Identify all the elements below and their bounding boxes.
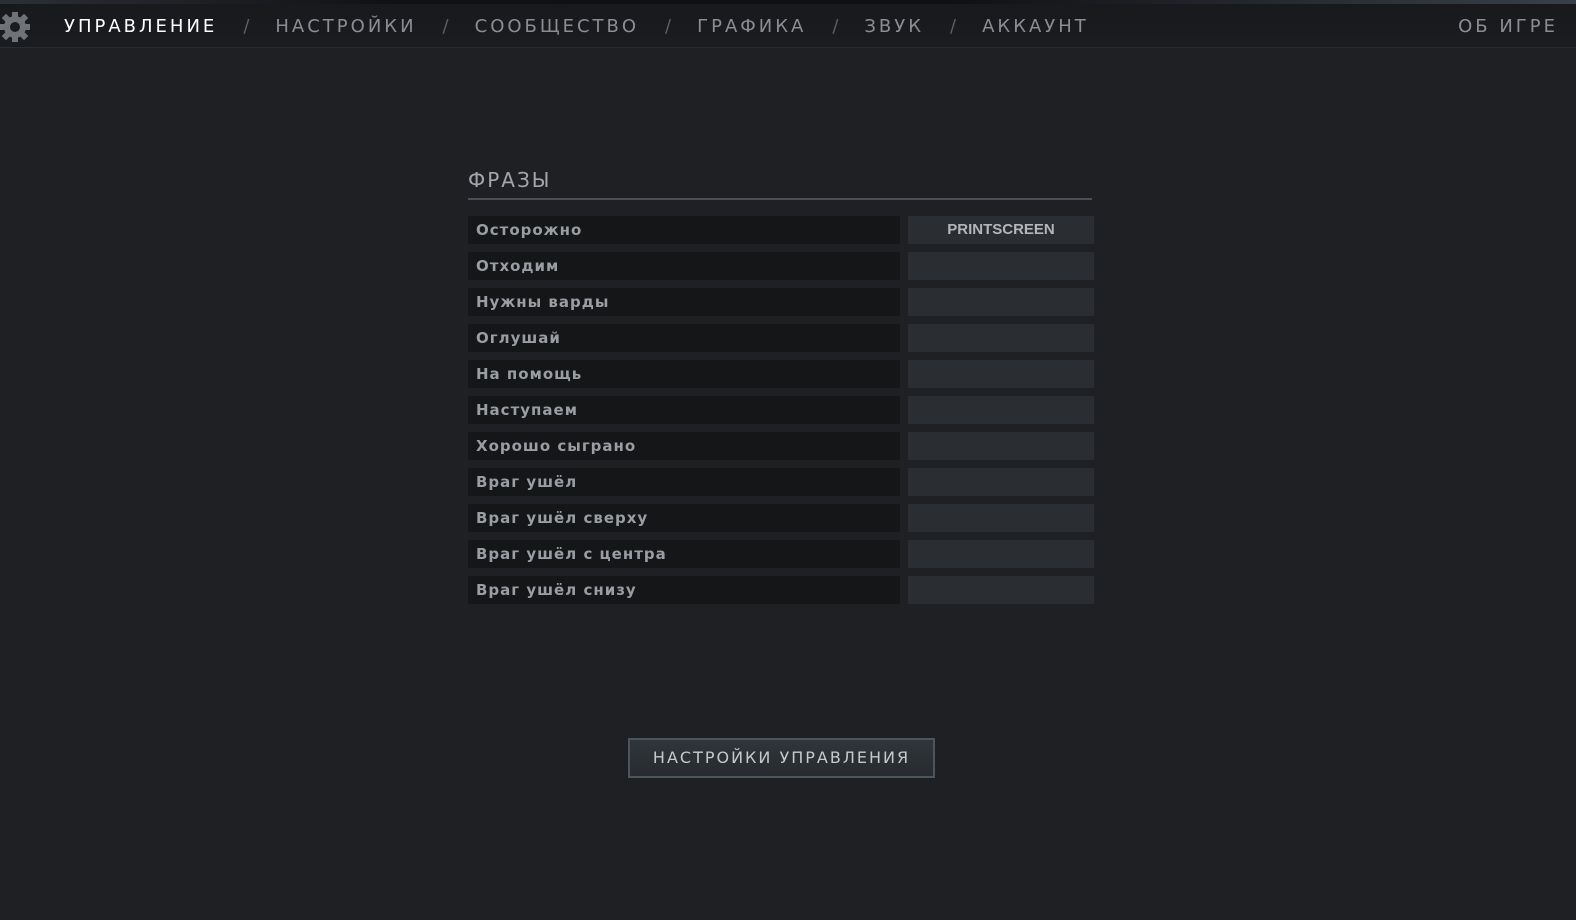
phrase-label: Нужны варды bbox=[468, 288, 900, 316]
phrase-row: Отходим bbox=[468, 252, 1094, 280]
phrase-label: На помощь bbox=[468, 360, 900, 388]
keybind-field[interactable] bbox=[908, 540, 1094, 568]
keybind-field[interactable] bbox=[908, 504, 1094, 532]
phrase-label: Враг ушёл bbox=[468, 468, 900, 496]
phrases-section: ФРАЗЫ Осторожно PRINTSCREEN Отходим Нужн… bbox=[468, 168, 1094, 612]
keybind-field[interactable] bbox=[908, 468, 1094, 496]
top-glow-strip bbox=[0, 0, 1576, 4]
nav-separator: / bbox=[243, 16, 250, 37]
tab-sound[interactable]: ЗВУК bbox=[864, 16, 924, 37]
keybind-field[interactable]: PRINTSCREEN bbox=[908, 216, 1094, 244]
phrase-row: На помощь bbox=[468, 360, 1094, 388]
phrase-row: Враг ушёл снизу bbox=[468, 576, 1094, 604]
nav-separator: / bbox=[665, 16, 672, 37]
phrase-label: Наступаем bbox=[468, 396, 900, 424]
phrase-label: Хорошо сыграно bbox=[468, 432, 900, 460]
nav-separator: / bbox=[832, 16, 839, 37]
top-nav-bar: УПРАВЛЕНИЕ / НАСТРОЙКИ / СООБЩЕСТВО / ГР… bbox=[0, 0, 1576, 48]
keybind-field[interactable] bbox=[908, 252, 1094, 280]
phrase-label: Враг ушёл сверху bbox=[468, 504, 900, 532]
control-settings-button[interactable]: НАСТРОЙКИ УПРАВЛЕНИЯ bbox=[628, 738, 935, 778]
about-game-link[interactable]: ОБ ИГРЕ bbox=[1458, 16, 1558, 37]
phrase-row: Оглушай bbox=[468, 324, 1094, 352]
phrase-label: Оглушай bbox=[468, 324, 900, 352]
section-title: ФРАЗЫ bbox=[468, 168, 1092, 200]
gear-icon[interactable] bbox=[0, 10, 34, 44]
tab-settings[interactable]: НАСТРОЙКИ bbox=[275, 16, 416, 37]
phrase-label: Отходим bbox=[468, 252, 900, 280]
phrase-label: Осторожно bbox=[468, 216, 900, 244]
keybind-field[interactable] bbox=[908, 360, 1094, 388]
keybind-field[interactable] bbox=[908, 396, 1094, 424]
nav-separator: / bbox=[442, 16, 449, 37]
phrase-row: Хорошо сыграно bbox=[468, 432, 1094, 460]
phrase-label: Враг ушёл с центра bbox=[468, 540, 900, 568]
tab-controls[interactable]: УПРАВЛЕНИЕ bbox=[64, 16, 217, 37]
phrase-row: Враг ушёл bbox=[468, 468, 1094, 496]
phrase-row: Осторожно PRINTSCREEN bbox=[468, 216, 1094, 244]
phrase-row: Нужны варды bbox=[468, 288, 1094, 316]
phrase-row: Враг ушёл с центра bbox=[468, 540, 1094, 568]
phrase-row: Наступаем bbox=[468, 396, 1094, 424]
tab-graphics[interactable]: ГРАФИКА bbox=[697, 16, 806, 37]
keybind-field[interactable] bbox=[908, 576, 1094, 604]
keybind-field[interactable] bbox=[908, 324, 1094, 352]
tab-community[interactable]: СООБЩЕСТВО bbox=[475, 16, 639, 37]
phrase-label: Враг ушёл снизу bbox=[468, 576, 900, 604]
nav-separator: / bbox=[950, 16, 957, 37]
phrases-list: Осторожно PRINTSCREEN Отходим Нужны вард… bbox=[468, 216, 1094, 604]
main-nav: УПРАВЛЕНИЕ / НАСТРОЙКИ / СООБЩЕСТВО / ГР… bbox=[64, 16, 1089, 37]
keybind-field[interactable] bbox=[908, 432, 1094, 460]
phrase-row: Враг ушёл сверху bbox=[468, 504, 1094, 532]
tab-account[interactable]: АККАУНТ bbox=[982, 16, 1089, 37]
keybind-field[interactable] bbox=[908, 288, 1094, 316]
